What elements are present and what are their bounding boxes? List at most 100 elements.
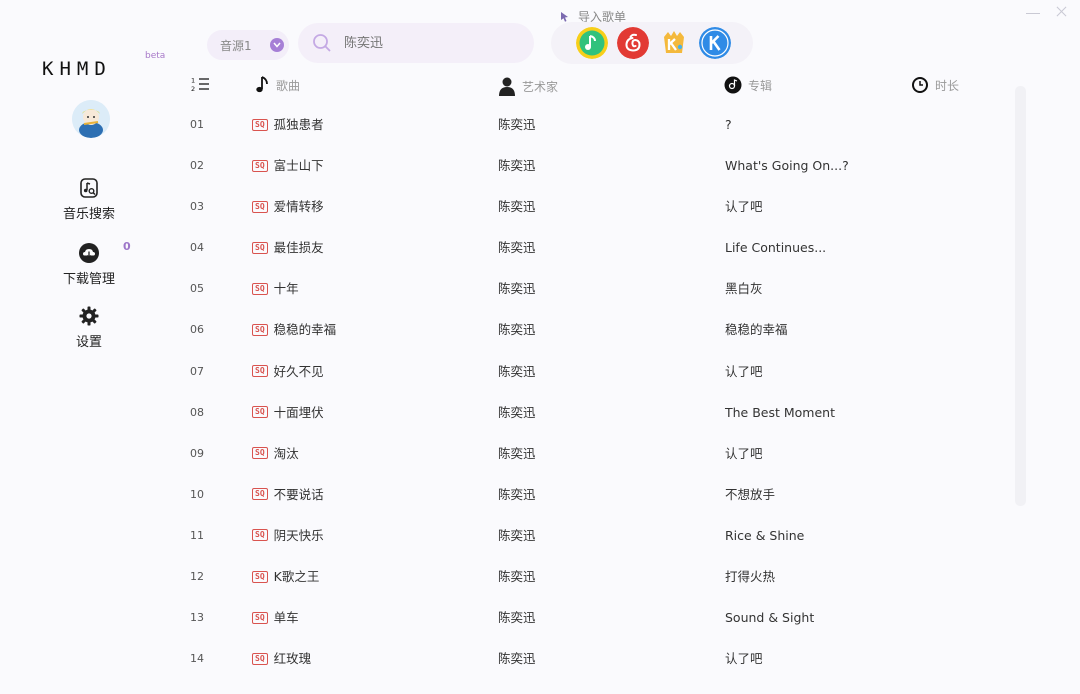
table-row[interactable]: 04 SQ 最佳损友 陈奕迅 Life Continues...	[178, 227, 1008, 268]
table-row[interactable]: 01 SQ 孤独患者 陈奕迅?	[178, 104, 1008, 145]
row-artist[interactable]: 陈奕迅	[498, 392, 536, 433]
row-artist[interactable]: 陈奕迅	[498, 351, 536, 392]
row-album[interactable]: 认了吧	[725, 186, 763, 227]
row-album[interactable]: 稳稳的幸福	[725, 309, 788, 350]
row-song[interactable]: SQ K歌之王	[252, 556, 319, 597]
row-song-title: 好久不见	[273, 363, 324, 379]
sidebar-item-label: 下载管理	[62, 272, 115, 287]
row-song[interactable]: SQ 不要说话	[252, 474, 324, 515]
sidebar-item-music-search[interactable]: 音乐搜索	[0, 177, 178, 222]
column-header-index[interactable]: 1 2	[190, 76, 210, 92]
table-row[interactable]: 03 SQ 爱情转移 陈奕迅 认了吧	[178, 186, 1008, 227]
row-album[interactable]: 不想放手	[725, 474, 775, 515]
row-song[interactable]: SQ 富士山下	[252, 145, 324, 186]
row-song-title: 淘汰	[273, 445, 299, 461]
row-index: 13	[190, 611, 204, 625]
row-song[interactable]: SQ 阴天快乐	[252, 515, 324, 556]
row-song-title: 孤独患者	[273, 117, 324, 132]
table-row[interactable]: 05 SQ 十年 陈奕迅 黑白灰	[178, 268, 1008, 309]
table-row[interactable]: 06 SQ 稳稳的幸福 陈奕迅 稳稳的幸福	[178, 309, 1008, 350]
row-album[interactable]: The Best Moment	[725, 392, 835, 433]
column-header-song[interactable]: 歌曲	[254, 76, 300, 94]
netease-music-icon[interactable]	[617, 27, 649, 59]
row-album[interactable]: What's Going On...?	[725, 145, 849, 186]
table-row[interactable]: 10 SQ 不要说话 陈奕迅 不想放手	[178, 474, 1008, 515]
sidebar-item-download-manager[interactable]: 下载管理	[0, 242, 178, 287]
row-song[interactable]: SQ 爱情转移	[252, 186, 324, 227]
row-artist[interactable]: 陈奕迅	[498, 186, 536, 227]
row-album[interactable]: 认了吧	[725, 433, 763, 474]
row-song-title: 不要说话	[273, 486, 324, 502]
column-header-song-label: 歌曲	[276, 78, 301, 93]
row-song[interactable]: SQ 红玫瑰	[252, 638, 311, 679]
download-count-badge: 0	[123, 240, 131, 253]
platform-buttons	[551, 22, 753, 64]
row-artist[interactable]: 陈奕迅	[498, 268, 536, 309]
quality-badge: SQ	[252, 406, 268, 419]
table-row[interactable]: 08 SQ 十面埋伏 陈奕迅 The Best Moment	[178, 392, 1008, 433]
quality-badge: SQ	[252, 529, 268, 542]
avatar[interactable]	[72, 100, 110, 138]
quality-badge: SQ	[252, 652, 268, 665]
row-song[interactable]: SQ 孤独患者	[252, 104, 324, 145]
row-song[interactable]: SQ 最佳损友	[252, 227, 324, 268]
row-artist[interactable]: 陈奕迅	[498, 474, 536, 515]
row-artist[interactable]: 陈奕迅	[498, 145, 536, 186]
table-row[interactable]: 09 SQ 淘汰 陈奕迅 认了吧	[178, 433, 1008, 474]
row-song[interactable]: SQ 十面埋伏	[252, 392, 324, 433]
row-artist[interactable]: 陈奕迅	[498, 597, 536, 638]
column-header-duration-label: 时长	[935, 78, 960, 93]
row-song[interactable]: SQ 单车	[252, 597, 299, 638]
row-song-title: 单车	[273, 610, 299, 626]
source-select[interactable]: 音源1	[207, 30, 289, 60]
row-album[interactable]: 认了吧	[725, 638, 763, 679]
column-header-duration[interactable]: 时长	[911, 76, 959, 94]
row-artist[interactable]: 陈奕迅	[498, 309, 536, 350]
row-artist[interactable]: 陈奕迅	[498, 104, 536, 145]
row-index: 09	[190, 446, 204, 460]
row-artist[interactable]: 陈奕迅	[498, 556, 536, 597]
table-row[interactable]: 13 SQ 单车 陈奕迅 Sound & Sight	[178, 597, 1008, 638]
row-song[interactable]: SQ 十年	[252, 268, 299, 309]
row-artist[interactable]: 陈奕迅	[498, 433, 536, 474]
table-row[interactable]: 12 SQ K歌之王 陈奕迅 打得火热	[178, 556, 1008, 597]
kugou-music-icon[interactable]	[699, 27, 731, 59]
row-album[interactable]: Life Continues...	[725, 227, 826, 268]
sidebar-item-settings[interactable]: 设置	[0, 305, 178, 350]
row-album[interactable]: 黑白灰	[725, 268, 763, 309]
row-song[interactable]: SQ 淘汰	[252, 433, 299, 474]
scrollbar[interactable]	[1015, 86, 1026, 506]
chevron-down-icon	[270, 38, 284, 52]
row-song-title: 阴天快乐	[273, 527, 324, 543]
kuwo-music-icon[interactable]	[658, 27, 690, 59]
column-header-artist[interactable]: 艺术家	[498, 76, 558, 96]
close-button[interactable]	[1054, 6, 1068, 18]
row-song[interactable]: SQ 稳稳的幸福	[252, 309, 336, 350]
search-icon[interactable]	[312, 33, 332, 53]
row-album[interactable]: ?	[725, 104, 732, 145]
quality-badge: SQ	[252, 488, 268, 501]
row-artist[interactable]: 陈奕迅	[498, 227, 536, 268]
row-index: 06	[190, 323, 204, 337]
table-row[interactable]: 02 SQ 富士山下 陈奕迅 What's Going On...?	[178, 145, 1008, 186]
row-index: 10	[190, 487, 204, 501]
minimize-button[interactable]	[1026, 6, 1040, 14]
source-select-value: 音源1	[220, 38, 252, 53]
row-album[interactable]: 打得火热	[725, 556, 775, 597]
row-album[interactable]: Rice & Shine	[725, 515, 804, 556]
table-row[interactable]: 14 SQ 红玫瑰 陈奕迅 认了吧	[178, 638, 1008, 679]
qq-music-icon[interactable]	[576, 27, 608, 59]
row-album[interactable]: 认了吧	[725, 351, 763, 392]
row-artist[interactable]: 陈奕迅	[498, 638, 536, 679]
quality-badge: SQ	[252, 611, 268, 624]
row-artist[interactable]: 陈奕迅	[498, 515, 536, 556]
column-header-album[interactable]: 专辑	[724, 76, 772, 94]
table-row[interactable]: 07 SQ 好久不见 陈奕迅 认了吧	[178, 351, 1008, 392]
row-index: 05	[190, 282, 204, 296]
clock-icon	[912, 77, 928, 93]
row-album[interactable]: Sound & Sight	[725, 597, 814, 638]
table-row[interactable]: 11 SQ 阴天快乐 陈奕迅 Rice & Shine	[178, 515, 1008, 556]
search-input[interactable]	[344, 35, 514, 51]
row-song[interactable]: SQ 好久不见	[252, 351, 324, 392]
sidebar-item-label: 音乐搜索	[62, 207, 115, 222]
